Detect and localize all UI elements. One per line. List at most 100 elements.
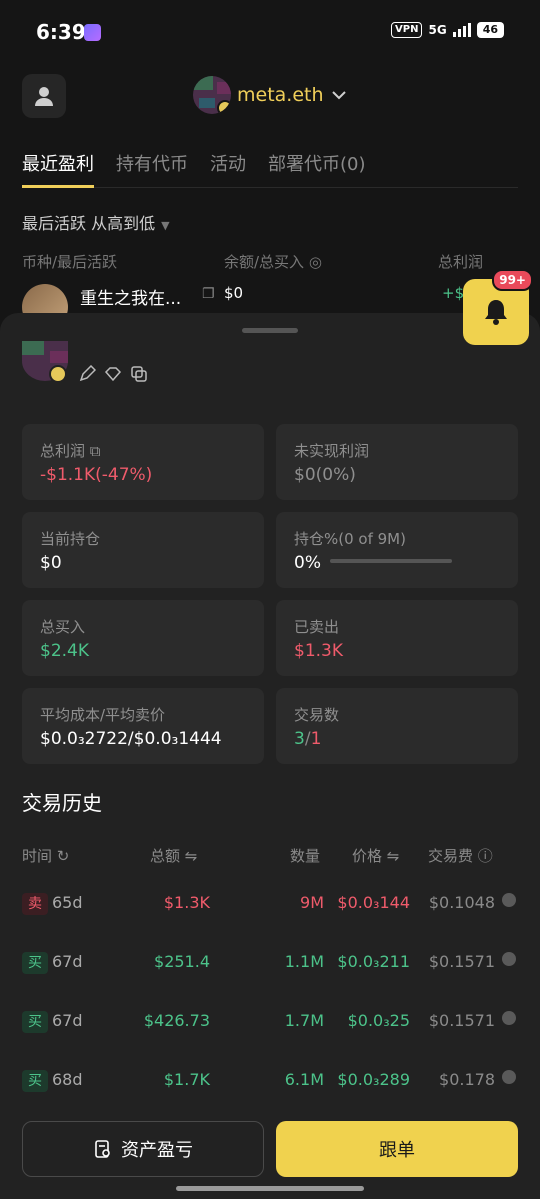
tab-deployed[interactable]: 部署代币(0)	[268, 150, 366, 188]
chain-badge-icon	[217, 100, 231, 114]
chain-link-icon[interactable]	[502, 1070, 516, 1084]
signal-icon	[452, 23, 471, 37]
history-header-price[interactable]: 价格 ⇋	[352, 845, 399, 866]
stat-label: 交易数	[294, 706, 340, 724]
list-header-token: 币种/最后活跃	[22, 253, 118, 271]
tab-holdings[interactable]: 持有代币	[116, 150, 188, 188]
network-label: 5G	[428, 23, 447, 37]
trade-fee: $0.1048	[428, 893, 495, 912]
stat-value: $2.4K	[40, 641, 89, 661]
trade-qty: 6.1M	[284, 1070, 324, 1089]
stat-label: 当前持仓	[40, 530, 101, 548]
table-row[interactable]: 买 67d $426.73 1.7M $0.0₃25 $0.1571	[0, 1011, 540, 1041]
stat-trades: 交易数 3/1	[276, 688, 518, 764]
stat-label: 持仓%(0 of 9M)	[294, 530, 406, 548]
trade-side-badge: 卖	[22, 893, 48, 915]
copy-icon[interactable]: ❐	[202, 286, 215, 302]
copy-icon[interactable]	[130, 365, 148, 383]
stat-unrealized: 未实现利润 $0(0%)	[276, 424, 518, 500]
stat-label: 总买入	[40, 618, 86, 636]
trade-age: 68d	[52, 1070, 83, 1089]
notification-badge: 99+	[492, 269, 533, 291]
trade-fee: $0.178	[439, 1070, 495, 1089]
swap-icon: ⇋	[184, 847, 198, 865]
trade-qty: 1.1M	[284, 952, 324, 971]
detail-sheet: 总利润 ⧉ -$1.1K(-47%) 未实现利润 $0(0%) 当前持仓 $0 …	[0, 313, 540, 1199]
report-icon	[95, 1140, 110, 1158]
tab-activity[interactable]: 活动	[210, 150, 246, 188]
token-image	[22, 284, 68, 316]
table-row[interactable]: 买 67d $251.4 1.1M $0.0₃211 $0.1571	[0, 952, 540, 982]
wallet-name: meta.eth	[237, 84, 324, 106]
stat-label: 平均成本/平均卖价	[40, 706, 166, 724]
chevron-down-icon	[331, 91, 346, 100]
stat-label: 总利润 ⧉	[40, 442, 101, 460]
history-header-fee: 交易费 ⓘ	[428, 847, 493, 865]
trade-side-badge: 买	[22, 1011, 48, 1033]
status-bar: 6:39 VPN 5G 46	[0, 0, 540, 64]
table-row[interactable]: 卖 65d $1.3K 9M $0.0₃144 $0.1048	[0, 893, 540, 923]
stat-value: -$1.1K(-47%)	[40, 465, 153, 485]
trade-fee: $0.1571	[428, 1011, 495, 1030]
caret-down-icon: ▼	[161, 219, 170, 232]
stat-value: $0(0%)	[294, 465, 356, 485]
edit-icon[interactable]	[78, 365, 96, 383]
chain-link-icon[interactable]	[502, 893, 516, 907]
holding-progress-bar	[330, 559, 452, 563]
token-balance: $0	[224, 284, 244, 302]
sheet-grabber[interactable]	[242, 328, 298, 333]
stat-avg-price: 平均成本/平均卖价 $0.0₃2722/$0.0₃1444	[22, 688, 264, 764]
history-header-amount[interactable]: 总额 ⇋	[150, 845, 197, 866]
stat-value: 3/1	[294, 729, 322, 749]
home-indicator	[176, 1186, 364, 1191]
trade-side-badge: 买	[22, 1070, 48, 1092]
chain-link-icon[interactable]	[502, 1011, 516, 1025]
tab-recent-profit[interactable]: 最近盈利	[22, 150, 94, 188]
trade-amount: $1.7K	[163, 1070, 210, 1089]
trade-amount: $251.4	[154, 952, 210, 971]
stat-label: 未实现利润	[294, 442, 370, 460]
wallet-avatar	[193, 76, 231, 114]
stat-total-profit: 总利润 ⧉ -$1.1K(-47%)	[22, 424, 264, 500]
table-row[interactable]: 买 68d $1.7K 6.1M $0.0₃289 $0.178	[0, 1070, 540, 1100]
sort-dropdown[interactable]: 最后活跃 从高到低 ▼	[22, 210, 170, 234]
trade-qty: 9M	[300, 893, 324, 912]
trade-side-badge: 买	[22, 952, 48, 974]
stat-value: 0%	[294, 553, 321, 573]
vpn-badge: VPN	[391, 22, 423, 38]
follow-button[interactable]: 跟单	[276, 1121, 518, 1177]
stat-label: 已卖出	[294, 618, 340, 636]
share-icon[interactable]: ⧉	[90, 442, 101, 460]
profile-button[interactable]	[22, 74, 66, 118]
stat-holding: 当前持仓 $0	[22, 512, 264, 588]
list-header-balance-label: 余额/总买入	[224, 253, 305, 271]
list-header-profit: 总利润	[438, 253, 484, 271]
trade-amount: $1.3K	[163, 893, 210, 912]
diamond-icon[interactable]	[104, 365, 122, 383]
wallet-selector[interactable]: meta.eth	[193, 76, 348, 114]
trade-qty: 1.7M	[284, 1011, 324, 1030]
status-indicators: VPN 5G 46	[391, 22, 504, 38]
notification-button[interactable]: 99+	[463, 269, 533, 345]
list-item[interactable]: 重生之我在... ❐ $0 +$80.	[22, 284, 518, 316]
clock-icon: ↻	[56, 847, 70, 865]
trade-price: $0.0₃289	[337, 1070, 410, 1089]
status-time: 6:39	[36, 20, 86, 44]
chain-link-icon[interactable]	[502, 952, 516, 966]
pnl-button-label: 资产盈亏	[121, 1140, 193, 1161]
stat-value: $0.0₃2722/$0.0₃1444	[40, 729, 222, 749]
trade-price: $0.0₃144	[337, 893, 410, 912]
info-icon[interactable]: ⓘ	[478, 847, 493, 865]
list-header-balance[interactable]: 余额/总买入 ◎	[224, 251, 322, 272]
trade-fee: $0.1571	[428, 952, 495, 971]
app-notification-icon	[84, 24, 101, 41]
trade-age: 67d	[52, 1011, 83, 1030]
stat-holding-pct: 持仓%(0 of 9M) 0%	[276, 512, 518, 588]
history-header-time[interactable]: 时间 ↻	[22, 845, 69, 866]
stat-value: $1.3K	[294, 641, 343, 661]
history-title: 交易历史	[22, 791, 102, 815]
trade-age: 67d	[52, 952, 83, 971]
pnl-button[interactable]: 资产盈亏	[22, 1121, 264, 1177]
eye-icon: ◎	[308, 253, 322, 271]
battery-icon: 46	[476, 22, 504, 38]
